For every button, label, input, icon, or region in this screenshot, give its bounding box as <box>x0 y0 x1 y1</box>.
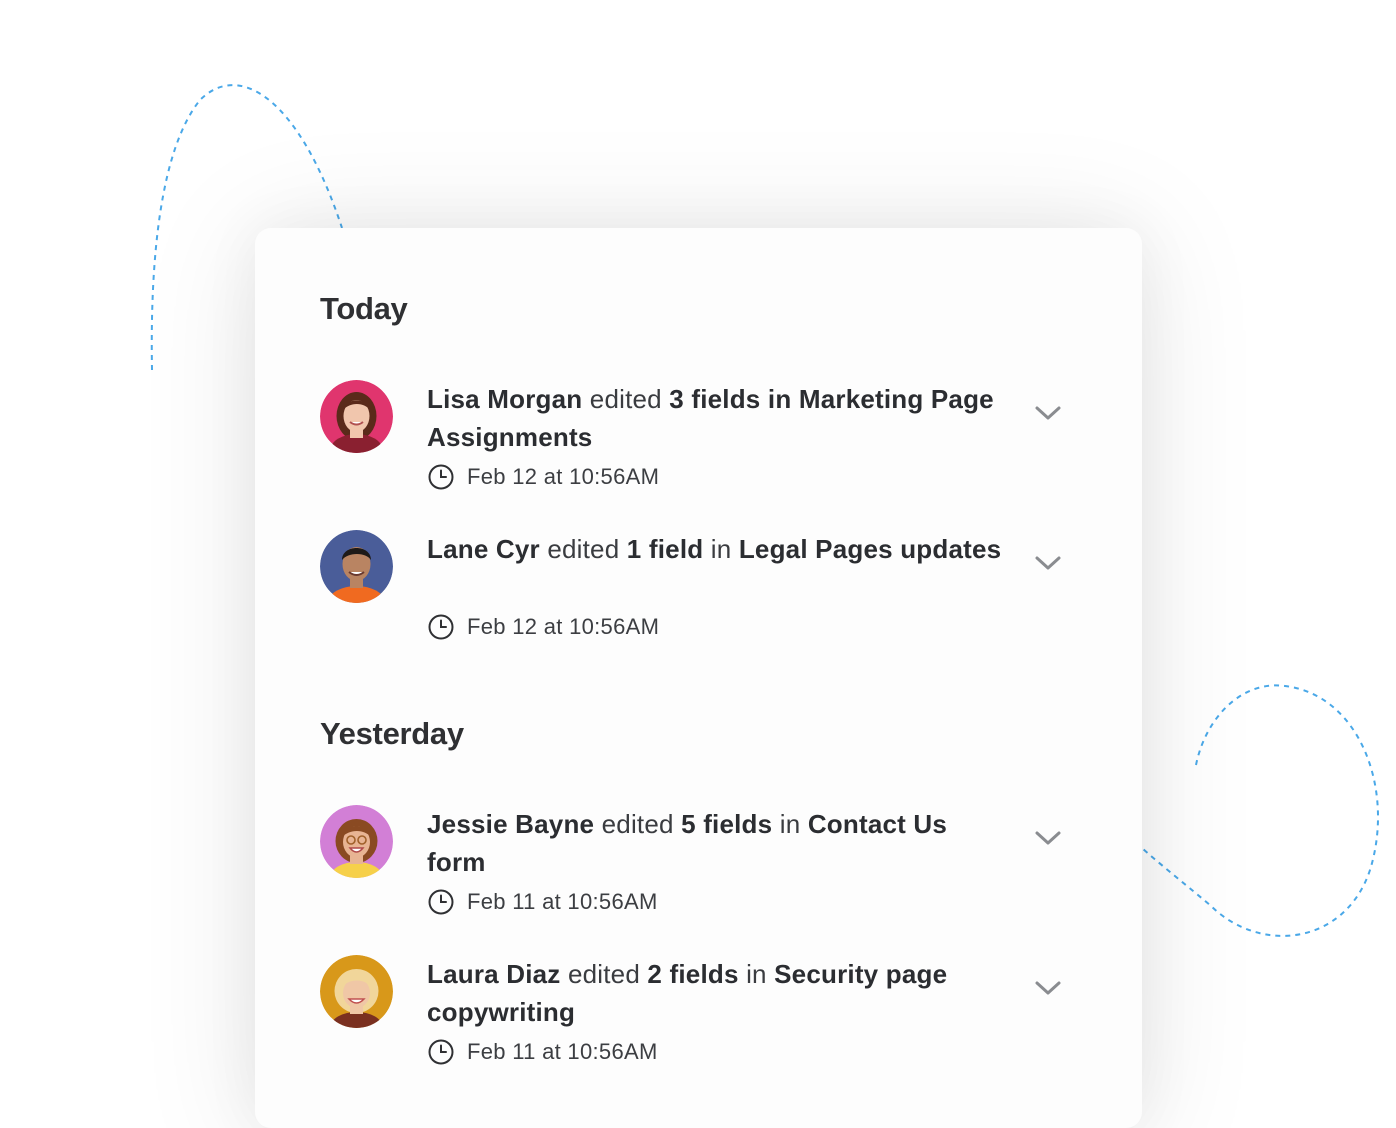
expand-button[interactable] <box>1030 823 1066 853</box>
field-count: 3 fields <box>669 384 761 414</box>
expand-button[interactable] <box>1030 548 1066 578</box>
user-name[interactable]: Jessie Bayne <box>427 809 594 839</box>
activity-entry: Jessie Bayne edited 5 fields in Contact … <box>255 805 1142 925</box>
activity-text: Lane Cyr edited 1 field in Legal Pages u… <box>427 530 1007 568</box>
user-name[interactable]: Lane Cyr <box>427 534 540 564</box>
timestamp: Feb 12 at 10:56AM <box>467 614 660 639</box>
activity-text: Laura Diaz edited 2 fields in Security p… <box>427 955 1007 1031</box>
avatar <box>320 805 393 878</box>
activity-text: Jessie Bayne edited 5 fields in Contact … <box>427 805 1007 881</box>
field-count: 2 fields <box>647 959 739 989</box>
timestamp-row: Feb 12 at 10:56AM <box>427 612 659 642</box>
chevron-down-icon <box>1035 831 1061 845</box>
chevron-down-icon <box>1035 406 1061 420</box>
timestamp-row: Feb 11 at 10:56AM <box>427 887 658 917</box>
clock-icon <box>428 1039 454 1065</box>
preposition: in <box>767 384 792 414</box>
expand-button[interactable] <box>1030 973 1066 1003</box>
preposition: in <box>710 534 732 564</box>
activity-feed-card: Today Lisa Morgan edited 3 fields in Mar… <box>255 228 1142 1128</box>
avatar <box>320 530 393 603</box>
action-verb: edited <box>547 534 620 564</box>
target-page[interactable]: Legal Pages updates <box>739 534 1001 564</box>
timestamp-row: Feb 11 at 10:56AM <box>427 1037 658 1067</box>
activity-text: Lisa Morgan edited 3 fields in Marketing… <box>427 380 1007 456</box>
action-verb: edited <box>601 809 674 839</box>
field-count: 5 fields <box>681 809 773 839</box>
preposition: in <box>746 959 767 989</box>
action-verb: edited <box>589 384 662 414</box>
user-name[interactable]: Laura Diaz <box>427 959 561 989</box>
activity-entry: Lisa Morgan edited 3 fields in Marketing… <box>255 380 1142 500</box>
section-title-yesterday: Yesterday <box>320 716 464 751</box>
avatar <box>320 955 393 1028</box>
activity-entry: Laura Diaz edited 2 fields in Security p… <box>255 955 1142 1075</box>
section-title-today: Today <box>320 291 408 326</box>
user-name[interactable]: Lisa Morgan <box>427 384 582 414</box>
activity-entry: Lane Cyr edited 1 field in Legal Pages u… <box>255 530 1142 650</box>
clock-icon <box>428 464 454 490</box>
action-verb: edited <box>567 959 640 989</box>
timestamp: Feb 11 at 10:56AM <box>467 1039 658 1064</box>
expand-button[interactable] <box>1030 398 1066 428</box>
avatar <box>320 380 393 453</box>
clock-icon <box>428 889 454 915</box>
chevron-down-icon <box>1035 981 1061 995</box>
chevron-down-icon <box>1035 556 1061 570</box>
timestamp: Feb 11 at 10:56AM <box>467 889 658 914</box>
clock-icon <box>428 614 454 640</box>
preposition: in <box>779 809 801 839</box>
field-count: 1 field <box>626 534 704 564</box>
timestamp-row: Feb 12 at 10:56AM <box>427 462 659 492</box>
timestamp: Feb 12 at 10:56AM <box>467 464 660 489</box>
